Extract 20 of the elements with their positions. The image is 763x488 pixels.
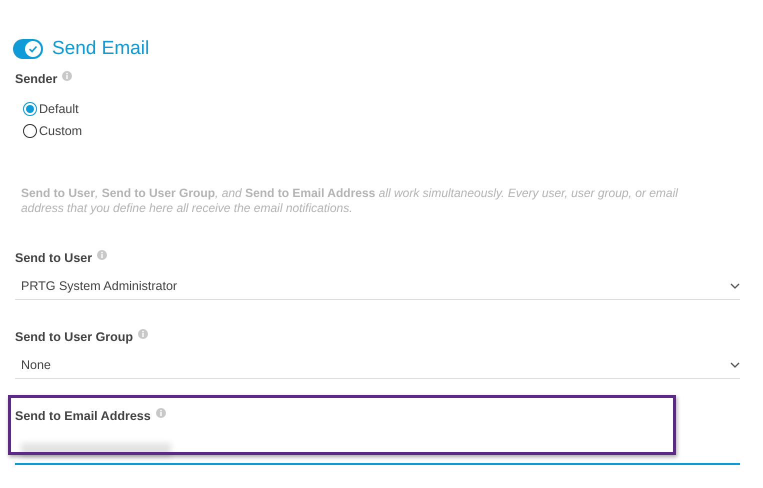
info-icon[interactable] [138, 329, 148, 339]
check-icon [28, 44, 38, 54]
info-icon[interactable] [97, 250, 108, 260]
field-label: Sender [15, 72, 58, 86]
radio-option[interactable]: Custom [23, 124, 740, 138]
field-label: Send to User [15, 251, 92, 265]
field-label: Send to User Group [15, 330, 134, 344]
dropdown[interactable]: None [15, 358, 740, 379]
help-text: Send to User, Send to User Group, and Send to Email Address all work simultaneously. Every user, user group, or email address that you define here all receive the email notifications. [21, 186, 680, 216]
info-icon[interactable] [156, 408, 166, 418]
radio-option[interactable]: Default [23, 102, 740, 116]
radio-button[interactable] [23, 102, 37, 116]
chevron-icon [730, 283, 740, 289]
field-label: Send to Email Address [15, 409, 151, 423]
radio-button[interactable] [23, 124, 37, 138]
chevron-icon [730, 362, 740, 368]
info-icon[interactable] [62, 71, 72, 81]
toggle-switch[interactable] [13, 39, 43, 59]
section-title: Send Email [52, 38, 150, 60]
dropdown[interactable]: PRTG System Administrator [15, 279, 740, 300]
